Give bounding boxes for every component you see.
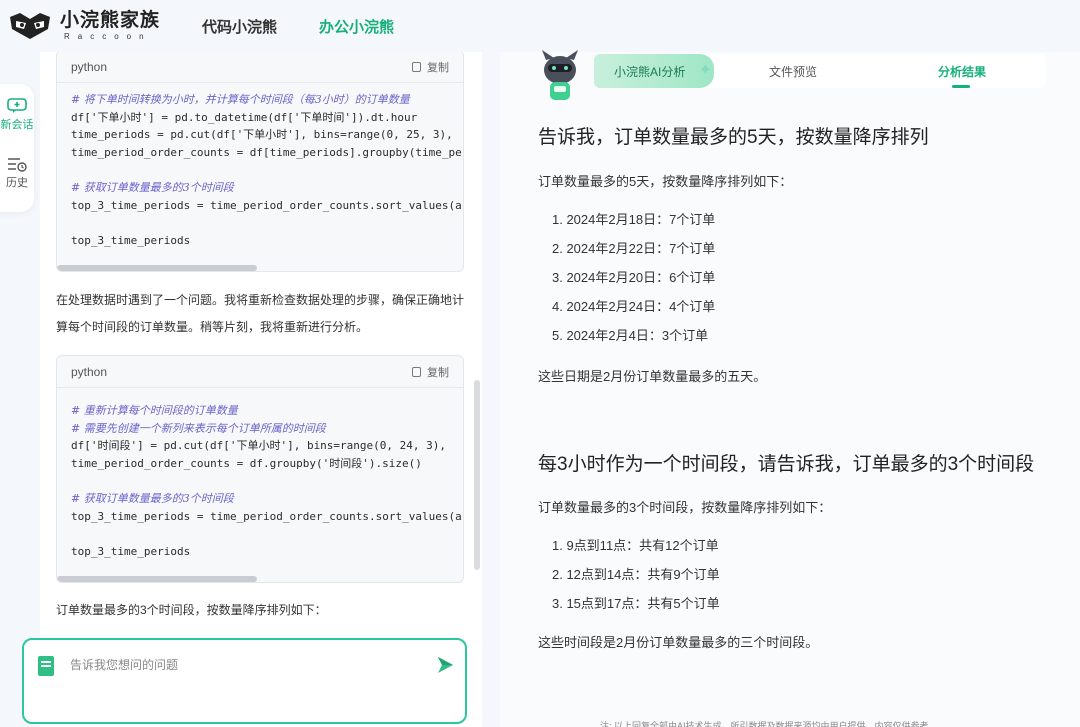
code-line: top_3_time_periods: [71, 233, 191, 247]
tab-ai-analysis-label: 小浣熊AI分析: [614, 64, 686, 79]
raccoon-logo-icon: [10, 13, 50, 39]
code-line: top_3_time_periods = time_period_order_c…: [71, 198, 462, 212]
code-line: # 需要先创建一个新列来表示每个订单所属的时间段: [71, 421, 326, 435]
analysis-panel: 小浣熊AI分析 ✦ 文件预览 分析结果 告诉我，订单数量最多的5天，按数量降序排…: [500, 50, 1080, 727]
history-label: 历史: [6, 177, 28, 189]
logo-subtitle: Raccoon: [64, 32, 152, 41]
code-language-label: python: [71, 364, 108, 379]
top-bar: 小浣熊家族 Raccoon 代码小浣熊 办公小浣熊: [0, 0, 1080, 52]
nav-tab-code-raccoon[interactable]: 代码小浣熊: [202, 16, 277, 37]
list-item: 2. 2024年2月22日：7个订单: [552, 241, 716, 256]
chat-vertical-scrollbar[interactable]: [474, 380, 480, 570]
code-line: top_3_time_periods = time_period_order_c…: [71, 509, 462, 523]
tab-ai-analysis[interactable]: 小浣熊AI分析 ✦: [594, 54, 714, 88]
code-line: df['时间段'] = pd.cut(df['下单小时'], bins=rang…: [71, 439, 447, 453]
list-item: 5. 2024年2月4日：3个订单: [552, 328, 709, 343]
history-button[interactable]: 历史: [0, 156, 34, 190]
assistant-message: 在处理数据时遇到了一个问题。我将重新检查数据处理的步骤，确保正确地计算每个时间段…: [56, 293, 465, 334]
copy-label: 复制: [427, 366, 449, 379]
code-content: # 重新计算每个时间段的订单数量 # 需要先创建一个新列来表示每个订单所属的时间…: [57, 388, 463, 560]
code-line: time_period_order_counts = df.groupby('时…: [71, 456, 422, 470]
question-title: 每3小时作为一个时间段，请告诉我，订单最多的3个时间段: [538, 454, 1035, 475]
code-line: top_3_time_periods: [71, 544, 191, 558]
tab-analysis-result-label: 分析结果: [938, 65, 987, 79]
code-line: time_period_order_counts = df[time_perio…: [71, 145, 462, 159]
logo[interactable]: 小浣熊家族 Raccoon: [8, 11, 160, 41]
list-item: 3. 2024年2月20日：6个订单: [552, 270, 716, 285]
list-item: 2. 12点到14点：共有9个订单: [552, 567, 720, 582]
code-line: # 获取订单数量最多的3个时间段: [71, 491, 234, 505]
active-tab-indicator: [952, 85, 970, 88]
chat-panel: python 复制 # 将下单时间转换为小时，并计算每个时间段（每3小时）的订单…: [40, 52, 482, 727]
code-line: # 将下单时间转换为小时，并计算每个时间段（每3小时）的订单数量: [71, 93, 410, 106]
panel-tabs: 小浣熊AI分析 ✦ 文件预览 分析结果: [594, 54, 1046, 88]
list-item: 4. 2024年2月24日：4个订单: [552, 299, 716, 314]
chat-input[interactable]: [70, 654, 420, 676]
list-item: 1. 2024年2月18日：7个订单: [552, 212, 716, 227]
document-upload-icon[interactable]: [38, 656, 54, 676]
code-language-label: python: [71, 59, 108, 74]
new-chat-label: 新会话: [0, 119, 34, 131]
list-item: 1. 9点到11点：共有12个订单: [552, 538, 719, 553]
nav-tab-office-raccoon[interactable]: 办公小浣熊: [319, 16, 394, 37]
code-line: time_periods = pd.cut(df['下单小时'], bins=r…: [71, 128, 453, 142]
side-rail: 新会话 历史: [0, 84, 34, 212]
copy-icon: [412, 61, 421, 72]
history-icon: [8, 158, 27, 172]
code-block: python 复制 # 将下单时间转换为小时，并计算每个时间段（每3小时）的订单…: [56, 52, 464, 272]
chat-input-box[interactable]: [22, 638, 467, 724]
copy-button[interactable]: 复制: [412, 59, 449, 75]
tab-file-preview[interactable]: 文件预览: [769, 63, 817, 80]
code-block: python 复制 # 重新计算每个时间段的订单数量 # 需要先创建一个新列来表…: [56, 355, 464, 583]
raccoon-mascot-icon: [542, 50, 578, 100]
answer-intro: 订单数量最多的3个时间段，按数量降序排列如下：: [538, 500, 832, 515]
list-item: 3. 15点到17点：共有5个订单: [552, 596, 720, 611]
code-line: # 获取订单数量最多的3个时间段: [71, 180, 234, 194]
code-line: # 重新计算每个时间段的订单数量: [71, 404, 238, 417]
code-line: df['下单小时'] = pd.to_datetime(df['下单时间']).…: [71, 110, 418, 124]
ai-disclaimer: 注: 以上回复全部由AI技术生成，所引数据及数据来源均由用户提供，内容仅供参考: [600, 721, 929, 727]
answer-summary: 这些日期是2月份订单数量最多的五天。: [538, 369, 767, 384]
logo-title: 小浣熊家族: [60, 10, 161, 31]
new-chat-button[interactable]: 新会话: [0, 98, 34, 132]
assistant-message: 订单数量最多的3个时间段，按数量降序排列如下：: [56, 603, 327, 617]
sparkle-icon: ✦: [698, 62, 712, 79]
copy-label: 复制: [427, 61, 449, 74]
question-title: 告诉我，订单数量最多的5天，按数量降序排列: [538, 127, 929, 148]
tab-analysis-result[interactable]: 分析结果: [938, 63, 987, 88]
code-content: # 将下单时间转换为小时，并计算每个时间段（每3小时）的订单数量 df['下单小…: [57, 83, 463, 249]
send-button[interactable]: [434, 654, 456, 676]
copy-button[interactable]: 复制: [412, 364, 449, 380]
code-horizontal-scrollbar[interactable]: [57, 265, 257, 271]
code-horizontal-scrollbar[interactable]: [57, 576, 257, 582]
answer-summary: 这些时间段是2月份订单数量最多的三个时间段。: [538, 635, 819, 650]
answer-intro: 订单数量最多的5天，按数量降序排列如下：: [538, 174, 793, 189]
copy-icon: [412, 366, 421, 377]
new-chat-icon: [7, 98, 27, 113]
